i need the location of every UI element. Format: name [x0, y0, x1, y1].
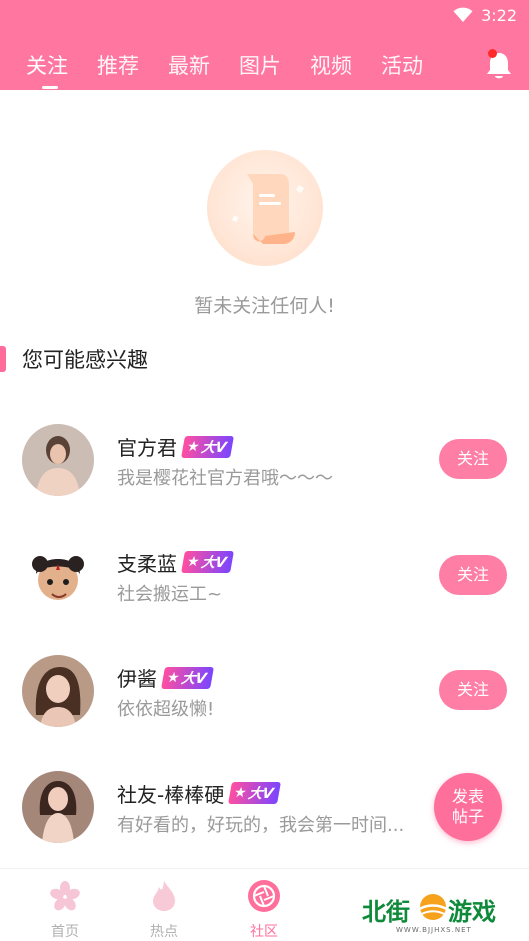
nav-trending[interactable]: 热点 [134, 879, 194, 941]
empty-illustration [206, 150, 323, 266]
tab-videos[interactable]: 视频 [310, 50, 352, 84]
status-bar: 3:22 [453, 4, 517, 26]
avatar[interactable] [22, 424, 94, 496]
star-icon: ★ [165, 669, 181, 686]
tab-follow[interactable]: 关注 [26, 50, 68, 89]
aperture-icon [248, 880, 280, 912]
logo-mark-icon [417, 894, 449, 920]
sakura-icon [50, 881, 80, 911]
verified-badge: ★ 大V [161, 666, 215, 689]
verified-badge: ★ 大V [181, 551, 235, 573]
verified-badge: ★ 大V [228, 782, 282, 804]
user-bio: 社会搬运工~ [117, 583, 223, 605]
user-bio: 我是樱花社官方君哦～～～ [117, 468, 333, 489]
new-post-button[interactable]: 发表 帖子 [434, 773, 502, 841]
list-item[interactable]: 伊酱 ★ 大V 依依超级懒! 关注 [0, 649, 529, 765]
avatar[interactable] [22, 770, 94, 843]
active-tab-indicator [42, 86, 58, 89]
username: 支柔蓝 [117, 551, 177, 576]
list-item[interactable]: 支柔蓝 ★ 大V 社会搬运工~ 关注 [0, 534, 529, 650]
follow-button[interactable]: 关注 [439, 439, 507, 479]
tab-latest[interactable]: 最新 [168, 50, 210, 84]
nav-community[interactable]: 社区 [234, 879, 294, 941]
top-header: 3:22 关注 推荐 最新 图片 视频 活动 [0, 0, 529, 90]
avatar[interactable] [22, 655, 94, 727]
follow-button[interactable]: 关注 [439, 670, 507, 710]
user-bio: 有好看的，好玩的，我会第一时间... [117, 814, 405, 836]
notification-dot [488, 49, 497, 58]
empty-state: 暂未关注任何人! [0, 150, 529, 318]
tab-bar: 关注 推荐 最新 图片 视频 活动 [26, 50, 452, 89]
wifi-icon [453, 7, 473, 22]
verified-badge: ★ 大V [181, 435, 235, 458]
document-icon [231, 174, 304, 244]
star-icon: ★ [185, 554, 201, 570]
username: 官方君 [117, 436, 177, 460]
tab-events[interactable]: 活动 [381, 50, 423, 84]
star-icon: ★ [185, 438, 201, 455]
follow-button[interactable]: 关注 [439, 554, 507, 595]
user-bio: 依依超级懒! [117, 699, 215, 720]
username: 社友-棒棒硬 [117, 782, 225, 807]
nav-home[interactable]: 首页 [35, 879, 95, 941]
flame-icon [153, 881, 175, 911]
avatar[interactable] [22, 539, 94, 612]
section-title: 您可能感兴趣 [22, 348, 148, 372]
tab-images[interactable]: 图片 [239, 50, 281, 84]
list-item[interactable]: 官方君 ★ 大V 我是樱花社官方君哦～～～ 关注 [0, 418, 529, 534]
suggestions-header: 您可能感兴趣 [0, 343, 148, 375]
status-time: 3:22 [481, 5, 517, 25]
empty-message: 暂未关注任何人! [194, 295, 335, 317]
watermark-logo: 北街 游戏 WWW.BJJHXS.NET [358, 890, 508, 936]
star-icon: ★ [232, 785, 249, 801]
section-accent-bar [0, 346, 6, 372]
username: 伊酱 [117, 667, 157, 691]
tab-recommend[interactable]: 推荐 [97, 50, 139, 84]
